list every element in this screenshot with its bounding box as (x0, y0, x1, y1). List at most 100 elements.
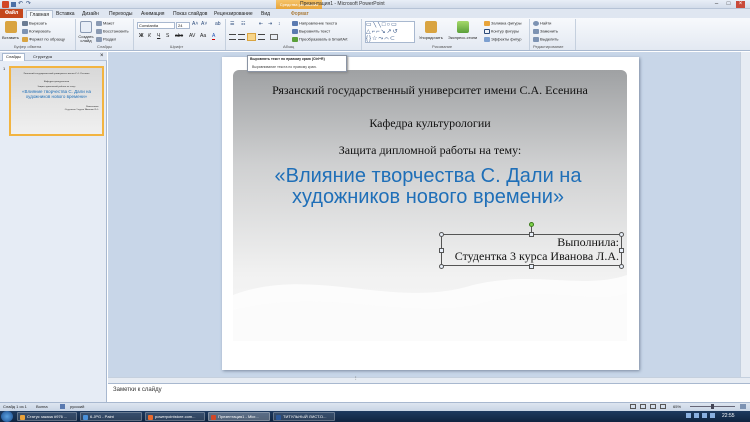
bold-icon[interactable]: Ж (139, 34, 144, 39)
line-spacing-icon[interactable]: ↕ (278, 22, 281, 27)
select-button[interactable]: Выделить (533, 37, 558, 42)
underline-icon[interactable]: Ч (157, 34, 160, 39)
tray-icon[interactable] (702, 413, 707, 418)
decrease-indent-icon[interactable]: ⇤ (259, 22, 263, 27)
system-clock[interactable]: 22:55 (722, 414, 735, 419)
replace-button[interactable]: Заменить (533, 29, 558, 34)
new-slide-icon[interactable] (80, 21, 92, 33)
maximize-icon[interactable]: □ (724, 1, 733, 8)
new-slide-button[interactable]: Создать слайд (77, 34, 95, 44)
resize-handle-ne[interactable] (619, 232, 624, 237)
clear-formatting-icon[interactable]: ab (215, 22, 221, 27)
university-name[interactable]: Рязанский государственный университет им… (270, 84, 590, 97)
zoom-level[interactable]: 65% (673, 405, 681, 409)
cut-button[interactable]: Вырезать (22, 21, 47, 26)
notes-pane[interactable] (108, 383, 750, 402)
copy-button[interactable]: Копировать (22, 29, 51, 34)
shape-effects-button[interactable]: Эффекты фигур (484, 37, 521, 42)
taskbar-item-order-status[interactable]: Статус заказа #976 ... (17, 412, 77, 421)
strikethrough-icon[interactable]: abc (175, 34, 183, 39)
spellcheck-icon[interactable] (60, 404, 65, 409)
shape-fill-button[interactable]: Заливка фигуры (484, 21, 522, 26)
tab-animation[interactable]: Анимация (138, 10, 167, 18)
paste-button[interactable]: Вставить (2, 36, 19, 40)
align-text-button[interactable]: Выровнять текст (292, 29, 330, 34)
tab-review[interactable]: Рецензирование (211, 10, 256, 18)
slide-thumbnail[interactable]: Рязанский государственный университет им… (9, 66, 104, 136)
bullets-icon[interactable]: ☰ (230, 22, 234, 27)
font-color-icon[interactable]: A (212, 34, 216, 40)
start-button-icon[interactable] (1, 411, 13, 422)
justify-icon[interactable] (258, 34, 265, 40)
network-icon[interactable] (710, 413, 715, 418)
align-right-icon[interactable] (247, 33, 256, 41)
resize-handle-s[interactable] (529, 264, 534, 269)
font-name-select[interactable]: Constantia (137, 22, 175, 29)
taskbar-item-powerpointstore[interactable]: powerpointstore.com... (145, 412, 205, 421)
fit-slide-icon[interactable] (740, 404, 746, 409)
tab-format[interactable]: Формат (288, 10, 312, 18)
thesis-title[interactable]: «Влияние творчества С. Дали на художнико… (258, 166, 598, 208)
powerpoint-logo-icon[interactable] (2, 1, 9, 8)
shrink-font-icon[interactable]: A˅ (201, 22, 207, 27)
zoom-slider-thumb[interactable] (711, 404, 714, 409)
align-center-icon[interactable] (238, 34, 245, 40)
italic-icon[interactable]: К (148, 34, 151, 39)
change-case-icon[interactable]: Aa (200, 34, 206, 39)
quick-styles-icon[interactable] (457, 21, 469, 33)
reading-view-icon[interactable] (650, 404, 656, 409)
vertical-scrollbar[interactable] (740, 52, 750, 377)
taskbar-item-paint[interactable]: 6.JPG - Paint (80, 412, 142, 421)
taskbar-item-presentation[interactable]: Презентация1 - Micr... (208, 412, 270, 421)
arrange-button[interactable]: Упорядочить (419, 36, 443, 40)
arrange-icon[interactable] (425, 21, 437, 33)
tab-transitions[interactable]: Переходы (106, 10, 135, 18)
rotation-handle[interactable] (529, 222, 534, 227)
taskbar-item-title-page-doc[interactable]: ТИТУЛЬНЫЙ ЛИСТ.D... (273, 412, 335, 421)
numbering-icon[interactable]: ☷ (241, 22, 245, 27)
text-direction-button[interactable]: Направление текста (292, 21, 337, 26)
department-name[interactable]: Кафедра культурологии (270, 117, 590, 130)
convert-smartart-button[interactable]: Преобразовать в SmartArt (292, 37, 348, 42)
close-icon[interactable]: × (736, 1, 745, 8)
tab-slide-show[interactable]: Показ слайдов (170, 10, 210, 18)
language-indicator[interactable]: русский (70, 405, 84, 409)
tray-icon[interactable] (686, 413, 691, 418)
tab-insert[interactable]: Вставка (53, 10, 78, 18)
splitter-grip-icon[interactable]: ⁝ (355, 377, 357, 382)
resize-handle-e[interactable] (619, 248, 624, 253)
defense-heading[interactable]: Защита дипломной работы на тему: (270, 144, 590, 157)
minimize-icon[interactable]: – (712, 1, 721, 8)
shapes-gallery[interactable]: ▭╲╲□○▭ △⌐⌐↘↗↺ {}☆⤳⌒⊂ (365, 21, 415, 43)
font-size-select[interactable]: 24 (176, 22, 190, 29)
align-left-icon[interactable] (229, 34, 236, 40)
tab-view[interactable]: Вид (258, 10, 273, 18)
undo-icon[interactable]: ↶ (18, 1, 23, 7)
save-icon[interactable] (11, 2, 16, 7)
tab-file[interactable]: Файл (0, 9, 23, 18)
resize-handle-nw[interactable] (439, 232, 444, 237)
char-spacing-icon[interactable]: AV (189, 34, 195, 39)
tab-slides-panel[interactable]: Слайды (2, 53, 25, 61)
layout-button[interactable]: Макет (96, 21, 114, 26)
normal-view-icon[interactable] (630, 404, 636, 409)
format-painter-button[interactable]: Формат по образцу (22, 37, 65, 42)
shadow-icon[interactable]: S (166, 34, 169, 39)
paste-icon[interactable] (5, 21, 17, 33)
tab-outline-panel[interactable]: Структура (30, 54, 55, 60)
find-button[interactable]: Найти (533, 21, 551, 26)
redo-icon[interactable]: ↷ (26, 1, 31, 7)
tab-home[interactable]: Главная (26, 10, 54, 18)
sorter-view-icon[interactable] (640, 404, 646, 409)
close-panel-icon[interactable]: × (100, 53, 104, 59)
resize-handle-sw[interactable] (439, 264, 444, 269)
grow-font-icon[interactable]: A˄ (192, 22, 198, 27)
slideshow-view-icon[interactable] (660, 404, 666, 409)
tray-icon[interactable] (694, 413, 699, 418)
tab-design[interactable]: Дизайн (79, 10, 102, 18)
section-button[interactable]: Раздел (96, 37, 116, 42)
quick-styles-button[interactable]: Экспресс-стили (448, 36, 477, 40)
shape-outline-button[interactable]: Контур фигуры (484, 29, 519, 34)
increase-indent-icon[interactable]: ⇥ (268, 22, 272, 27)
columns-icon[interactable] (270, 34, 278, 40)
